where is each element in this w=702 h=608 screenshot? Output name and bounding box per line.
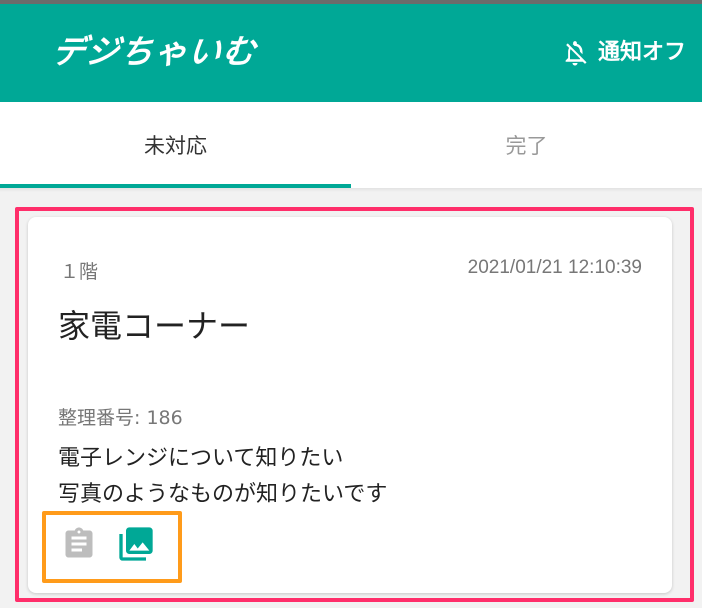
bell-off-icon: [565, 41, 587, 66]
notification-toggle[interactable]: 通知オフ: [560, 36, 686, 70]
icons-highlight-frame: [42, 511, 182, 583]
tab-shadow: [0, 188, 702, 192]
tab-completed[interactable]: 完了: [351, 102, 702, 188]
app-logo: デジちゃいむ: [49, 32, 259, 71]
app-bar: デジちゃいむ 通知オフ: [0, 4, 702, 102]
notification-label: 通知オフ: [597, 40, 686, 65]
status-tabs: 未対応 完了: [0, 102, 702, 188]
tab-pending[interactable]: 未対応: [0, 102, 351, 188]
